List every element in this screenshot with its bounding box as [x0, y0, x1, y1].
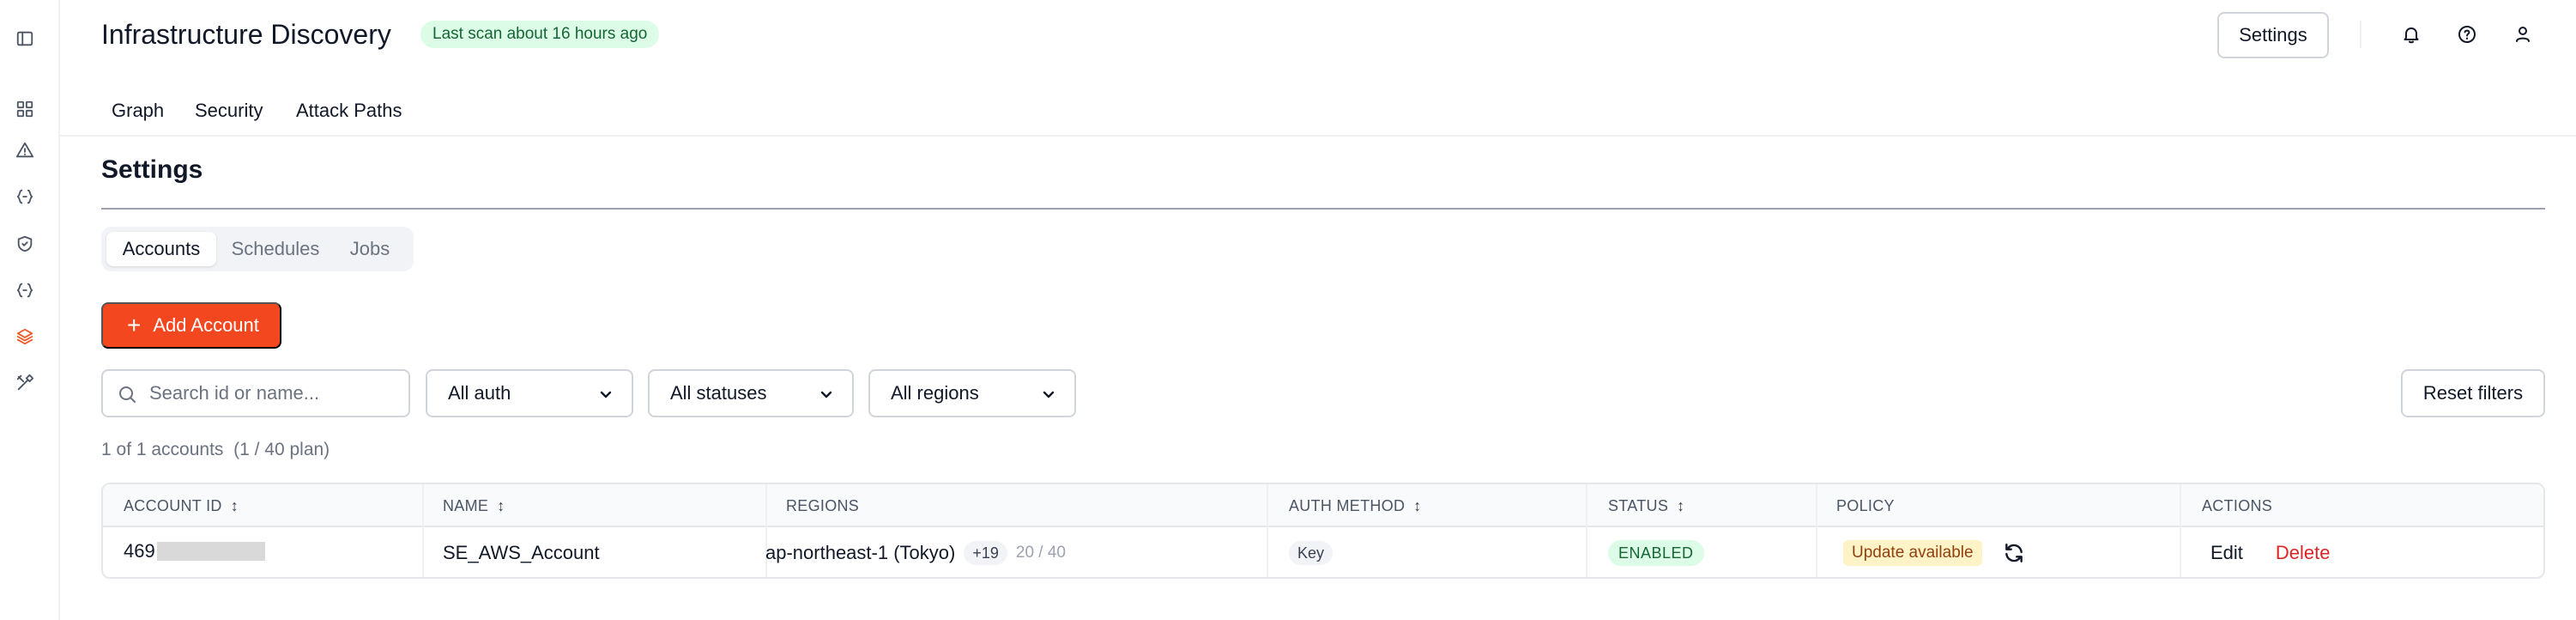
column-label: REGIONS [786, 496, 860, 514]
sort-icon: ↕ [1413, 496, 1422, 514]
layers-icon[interactable] [15, 326, 35, 347]
sort-icon: ↕ [497, 496, 505, 514]
chevron-down-icon [818, 386, 835, 403]
plan-usage-text: (1 / 40 plan) [233, 440, 330, 459]
status-filter-value: All statuses [670, 382, 767, 404]
auth-method-cell: Key [1289, 527, 1333, 577]
plus-icon: + [127, 312, 142, 338]
column-header-auth-method[interactable]: AUTH METHOD ↕ [1289, 484, 1422, 527]
column-divider [1816, 484, 1817, 577]
column-divider [422, 484, 424, 577]
icon-rail [0, 0, 60, 620]
segment-accounts[interactable]: Accounts [106, 232, 216, 266]
column-header-actions: ACTIONS [2202, 484, 2272, 527]
column-header-account-id[interactable]: ACCOUNT ID ↕ [124, 484, 239, 527]
accounts-count: 1 of 1 accounts (1 / 40 plan) [101, 440, 330, 460]
help-circle-icon[interactable] [2450, 17, 2484, 52]
actions-cell: Edit Delete [2210, 527, 2331, 577]
column-header-name[interactable]: NAME ↕ [443, 484, 505, 527]
status-filter-select[interactable]: All statuses [648, 369, 854, 417]
bell-icon[interactable] [2394, 17, 2428, 52]
column-label: POLICY [1836, 496, 1895, 514]
region-primary: ap-northeast-1 (Tokyo) [765, 542, 956, 563]
column-header-status[interactable]: STATUS ↕ [1608, 484, 1684, 527]
name-cell: SE_AWS_Account [443, 542, 600, 563]
shield-icon[interactable] [15, 234, 35, 254]
settings-button[interactable]: Settings [2217, 12, 2329, 58]
search-input[interactable] [149, 380, 398, 407]
braces-icon[interactable] [15, 186, 35, 207]
auth-filter-select[interactable]: All auth [426, 369, 633, 417]
app-root: Infrastructure Discovery Last scan about… [0, 0, 2576, 620]
policy-cell: Update available [1843, 527, 2025, 577]
sort-icon: ↕ [230, 496, 239, 514]
page-title: Infrastructure Discovery [101, 19, 391, 50]
accounts-count-text: 1 of 1 accounts [101, 440, 224, 459]
delete-button[interactable]: Delete [2276, 542, 2331, 564]
column-divider [1586, 484, 1587, 577]
tab-security[interactable]: Security [195, 100, 263, 122]
auth-method-chip: Key [1289, 541, 1333, 565]
add-account-label: Add Account [153, 314, 259, 336]
region-count: 20 / 40 [1015, 544, 1066, 562]
account-id-cell: 469 [124, 526, 265, 577]
tab-graph[interactable]: Graph [112, 100, 164, 122]
section-title: Settings [101, 155, 203, 184]
column-label: STATUS [1608, 496, 1669, 514]
status-badge: ENABLED [1608, 540, 1704, 566]
add-account-button[interactable]: + Add Account [101, 302, 281, 349]
header-divider [2360, 21, 2361, 48]
column-label: ACCOUNT ID [124, 496, 222, 514]
search-box [101, 369, 410, 417]
search-icon [117, 384, 137, 404]
column-divider [2180, 484, 2181, 577]
region-filter-select[interactable]: All regions [868, 369, 1076, 417]
redacted-account-id [156, 542, 265, 561]
policy-badge: Update available [1843, 540, 1982, 566]
braces-icon[interactable] [15, 280, 35, 301]
column-label: AUTH METHOD [1289, 496, 1406, 514]
column-header-regions: REGIONS [786, 484, 859, 527]
column-label: NAME [443, 496, 489, 514]
auth-filter-value: All auth [448, 382, 511, 404]
settings-segmented-control: Accounts Schedules Jobs [101, 227, 414, 271]
dashboard-grid-icon[interactable] [15, 99, 35, 119]
section-divider [101, 208, 2545, 210]
accounts-table: ACCOUNT ID ↕ NAME ↕ REGIONS AUTH METHOD ↕ S… [101, 483, 2545, 579]
more-regions-chip[interactable]: +19 [964, 541, 1007, 565]
chevron-down-icon [1040, 386, 1057, 403]
alert-triangle-icon[interactable] [15, 140, 35, 161]
column-header-policy: POLICY [1836, 484, 1895, 527]
table-header: ACCOUNT ID ↕ NAME ↕ REGIONS AUTH METHOD ↕ S… [103, 484, 2543, 527]
tab-bar-divider [60, 135, 2576, 137]
edit-button[interactable]: Edit [2210, 542, 2243, 564]
region-filter-value: All regions [891, 382, 979, 404]
status-cell: ENABLED [1608, 527, 1704, 577]
sort-icon: ↕ [1677, 496, 1685, 514]
user-icon[interactable] [2506, 17, 2540, 52]
refresh-icon[interactable] [2003, 542, 2025, 564]
segment-schedules[interactable]: Schedules [220, 232, 331, 266]
chevron-down-icon [597, 386, 614, 403]
last-scan-badge: Last scan about 16 hours ago [420, 21, 660, 48]
panel-toggle-icon[interactable] [15, 28, 35, 49]
segment-jobs[interactable]: Jobs [335, 232, 405, 266]
reset-filters-button[interactable]: Reset filters [2401, 369, 2545, 417]
column-divider [1267, 484, 1268, 577]
tab-attack-paths[interactable]: Attack Paths [296, 100, 402, 122]
account-id-prefix: 469 [124, 540, 155, 562]
column-label: ACTIONS [2202, 496, 2273, 514]
regions-cell: ap-northeast-1 (Tokyo) +19 20 / 40 [765, 527, 1066, 577]
tools-icon[interactable] [15, 373, 35, 393]
